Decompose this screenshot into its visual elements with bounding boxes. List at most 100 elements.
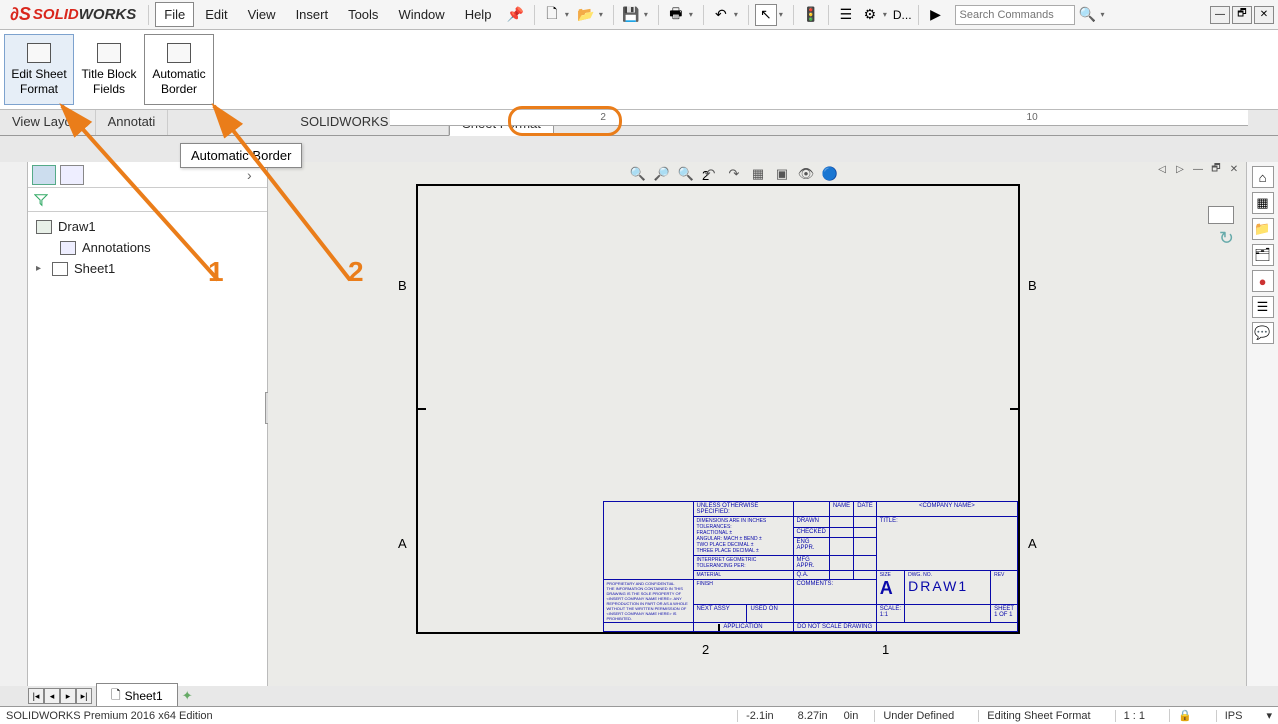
task-pane: ⌂ ▦ 📁 🗂 ● ☰ 💬 (1246, 162, 1278, 686)
panel-expand-icon[interactable]: › (247, 167, 263, 183)
doc-next-icon[interactable]: ▷ (1172, 162, 1188, 176)
automatic-border-label: Automatic Border (149, 67, 209, 96)
doc-close-icon[interactable]: ✕ (1226, 162, 1242, 176)
automatic-border-button[interactable]: Automatic Border (144, 34, 214, 105)
save-icon[interactable]: 💾 (620, 4, 642, 26)
appearances-icon[interactable]: ● (1252, 270, 1274, 292)
expand-icon[interactable]: ▸ (36, 263, 46, 274)
tree-item-annotations[interactable]: Annotations (32, 237, 263, 258)
status-lock-icon[interactable]: 🔒 (1169, 709, 1200, 722)
design-library-icon[interactable]: 📁 (1252, 218, 1274, 240)
ruler-top: 2 10 (390, 110, 1248, 126)
search-dropdown[interactable]: ▾ (1101, 10, 1109, 19)
zoom-area-icon[interactable]: 🔎 (652, 164, 672, 184)
open-doc-icon[interactable]: 📂 (575, 4, 597, 26)
automatic-border-tooltip: Automatic Border (180, 143, 302, 168)
forum-icon[interactable]: 💬 (1252, 322, 1274, 344)
select-dropdown[interactable]: ▾ (779, 10, 787, 19)
options-list-icon[interactable]: ☰ (835, 4, 857, 26)
select-icon[interactable]: ↖ (755, 4, 777, 26)
new-doc-dropdown[interactable]: ▾ (565, 10, 573, 19)
zone-right-a: A (1028, 536, 1037, 551)
rotate-right-icon[interactable]: ↷ (724, 164, 744, 184)
restore-button[interactable]: 🗗 (1232, 6, 1252, 24)
sheet-tab-label: Sheet1 (125, 689, 163, 703)
sheet-nav-last[interactable]: ▸| (76, 688, 92, 704)
print-dropdown[interactable]: ▾ (689, 10, 697, 19)
undo-dropdown[interactable]: ▾ (734, 10, 742, 19)
sheet-nav-prev[interactable]: ◂ (44, 688, 60, 704)
app-logo: ∂S SOLIDWORKS (4, 4, 142, 25)
status-z: 0in (844, 710, 859, 722)
filter-funnel-icon[interactable] (34, 193, 48, 207)
search-commands-input[interactable] (955, 5, 1075, 25)
title-block[interactable]: UNLESS OTHERWISE SPECIFIED: NAME DATE <C… (603, 501, 1019, 632)
zoom-fit-icon[interactable]: 🔍 (628, 164, 648, 184)
search-icon[interactable]: 🔍 (1077, 4, 1099, 26)
property-manager-tab-icon[interactable] (60, 165, 84, 185)
tb-drawn: DRAWN (793, 517, 829, 528)
edit-sheet-format-icon (27, 43, 51, 63)
sheet-nav-first[interactable]: |◂ (28, 688, 44, 704)
play-icon[interactable]: ▶ (925, 4, 947, 26)
title-block-fields-button[interactable]: Title Block Fields (74, 34, 144, 105)
menu-help[interactable]: Help (456, 2, 501, 27)
resources-icon[interactable]: ▦ (1252, 192, 1274, 214)
properties-icon[interactable]: ☰ (1252, 296, 1274, 318)
open-doc-dropdown[interactable]: ▾ (599, 10, 607, 19)
edit-sheet-format-button[interactable]: Edit Sheet Format (4, 34, 74, 105)
status-x: -2.1in (737, 710, 782, 722)
refresh-preview-icon[interactable]: ↻ (1219, 228, 1234, 249)
tree-item-sheet1[interactable]: ▸ Sheet1 (32, 258, 263, 279)
rotate-left-icon[interactable]: ↶ (700, 164, 720, 184)
tb-checked: CHECKED (793, 527, 829, 538)
feature-tree-panel: › Draw1 Annotations ▸ Sheet1 (28, 162, 268, 686)
close-button[interactable]: ✕ (1254, 6, 1274, 24)
status-units[interactable]: IPS (1216, 710, 1251, 722)
undo-icon[interactable]: ↶ (710, 4, 732, 26)
minimize-button[interactable]: — (1210, 6, 1230, 24)
add-sheet-icon[interactable]: ✦ (182, 688, 200, 704)
menu-tools[interactable]: Tools (339, 2, 387, 27)
settings-icon[interactable]: ⚙ (859, 4, 881, 26)
menu-file[interactable]: File (155, 2, 194, 27)
zone-bot-1: 1 (882, 642, 889, 657)
menu-edit[interactable]: Edit (196, 2, 236, 27)
sheet-preview-thumb[interactable] (1208, 206, 1234, 224)
file-explorer-icon[interactable]: 🗂 (1252, 244, 1274, 266)
tab-annotation[interactable]: Annotati (96, 110, 169, 135)
settings-dropdown[interactable]: ▾ (883, 10, 891, 19)
new-doc-icon[interactable]: 🗋 (541, 4, 563, 26)
menu-insert[interactable]: Insert (287, 2, 338, 27)
status-bar: SOLIDWORKS Premium 2016 x64 Edition -2.1… (0, 706, 1278, 724)
app-name-solid: SOLID (33, 6, 79, 23)
status-dropdown[interactable]: ▾ (1266, 709, 1272, 722)
display-style-icon[interactable]: ▣ (772, 164, 792, 184)
doc-minimize-icon[interactable]: — (1190, 162, 1206, 176)
drawing-canvas[interactable]: ◁ ▷ — 🗗 ✕ 🔍 🔎 🔍 ↶ ↷ ▦ ▣ 👁 🔵 2 B B A A 2 … (268, 162, 1246, 686)
heads-up-toolbar: 🔍 🔎 🔍 ↶ ↷ ▦ ▣ 👁 🔵 (628, 164, 840, 184)
save-dropdown[interactable]: ▾ (644, 10, 652, 19)
home-icon[interactable]: ⌂ (1252, 166, 1274, 188)
status-mode: Editing Sheet Format (978, 710, 1098, 722)
drawing-border: UNLESS OTHERWISE SPECIFIED: NAME DATE <C… (416, 184, 1020, 634)
print-icon[interactable]: 🖶 (665, 4, 687, 26)
hide-show-icon[interactable]: 👁 (796, 164, 816, 184)
rebuild-icon[interactable]: 🚦 (800, 4, 822, 26)
menu-window[interactable]: Window (389, 2, 453, 27)
sheet-doc-icon: 🗋 (111, 686, 121, 707)
tab-view-layout[interactable]: View Layout (0, 110, 96, 135)
appearance-icon[interactable]: 🔵 (820, 164, 840, 184)
status-scale[interactable]: 1 : 1 (1115, 710, 1153, 722)
doc-restore-icon[interactable]: 🗗 (1208, 162, 1224, 176)
feature-tree-tab-icon[interactable] (32, 165, 56, 185)
section-view-icon[interactable]: ▦ (748, 164, 768, 184)
tree-sheet-label: Sheet1 (74, 261, 115, 276)
menu-view[interactable]: View (239, 2, 285, 27)
doc-prev-icon[interactable]: ◁ (1154, 162, 1170, 176)
sheet-nav-next[interactable]: ▸ (60, 688, 76, 704)
pin-icon[interactable]: 📌 (502, 6, 527, 23)
tree-root-draw1[interactable]: Draw1 (32, 216, 263, 237)
zoom-prev-icon[interactable]: 🔍 (676, 164, 696, 184)
toolbar-d-label: D... (893, 8, 912, 22)
